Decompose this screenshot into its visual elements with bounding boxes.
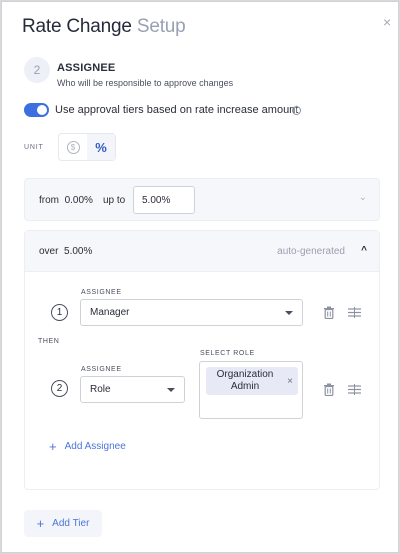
assignee-1-label: ASSIGNEE	[81, 289, 122, 296]
page-title: Rate Change Setup	[22, 16, 186, 38]
unit-percent-button[interactable]: %	[87, 134, 115, 160]
trash-icon[interactable]	[323, 306, 335, 319]
toggle-knob	[37, 105, 47, 115]
assignee-1-number: 1	[51, 304, 68, 321]
tier2-over-label: over	[39, 246, 59, 257]
assignee-2-value: Role	[90, 384, 111, 395]
add-assignee-label: Add Assignee	[64, 441, 126, 452]
add-tier-button[interactable]: + Add Tier	[24, 510, 102, 537]
dollar-icon: $	[66, 140, 80, 154]
then-label: THEN	[38, 338, 60, 345]
chevron-up-icon[interactable]: ^	[361, 245, 367, 256]
tier2-over-value: 5.00%	[64, 246, 93, 257]
tier2-header[interactable]: over 5.00% auto-generated ^	[25, 231, 379, 272]
tier1-upto-label: up to	[103, 195, 126, 206]
assignee-2-label: ASSIGNEE	[81, 366, 122, 373]
unit-label: UNIT	[24, 144, 44, 151]
plus-icon: +	[36, 516, 45, 531]
caret-down-icon	[167, 388, 175, 392]
tier1-upto-input[interactable]	[133, 186, 195, 214]
role-chip: Organization Admin ×	[206, 367, 298, 395]
role-select-box[interactable]: Organization Admin ×	[199, 361, 303, 419]
drag-handle-icon[interactable]	[348, 307, 361, 318]
plus-icon: +	[49, 439, 57, 454]
step-subtitle: Who will be responsible to approve chang…	[57, 78, 234, 88]
unit-dollar-button[interactable]: $	[59, 134, 87, 160]
info-icon[interactable]: i	[292, 106, 301, 115]
add-tier-label: Add Tier	[52, 518, 90, 529]
percent-icon: %	[95, 139, 107, 155]
approval-tiers-label: Use approval tiers based on rate increas…	[55, 104, 299, 116]
auto-generated-label: auto-generated	[277, 246, 345, 257]
tier1-from-value: 0.00%	[64, 195, 93, 206]
assignee-1-select[interactable]: Manager	[80, 299, 303, 326]
select-role-label: SELECT ROLE	[200, 350, 255, 357]
add-assignee-button[interactable]: + Add Assignee	[49, 439, 126, 454]
unit-toggle-group: $ %	[58, 133, 116, 161]
step-number-badge: 2	[24, 57, 50, 83]
assignee-1-value: Manager	[90, 307, 130, 318]
caret-down-icon	[285, 311, 293, 315]
close-icon[interactable]: ×	[383, 14, 391, 30]
title-main: Rate Change	[22, 16, 132, 37]
tier1-from-label: from	[39, 195, 59, 206]
chevron-down-icon[interactable]: ⌄	[359, 192, 367, 203]
tier1-from-text: from 0.00%	[39, 195, 93, 206]
chip-close-icon[interactable]: ×	[287, 376, 293, 388]
assignee-2-number: 2	[51, 380, 68, 397]
assignee-2-select[interactable]: Role	[80, 376, 185, 403]
tier2-over-text: over 5.00%	[39, 246, 92, 257]
approval-tiers-toggle[interactable]	[24, 103, 49, 117]
step-title: ASSIGNEE	[57, 62, 116, 74]
role-chip-label: Organization Admin	[216, 369, 274, 392]
rate-change-setup-panel: Rate Change Setup × 2 ASSIGNEE Who will …	[1, 1, 399, 553]
trash-icon[interactable]	[323, 383, 335, 396]
title-sub: Setup	[136, 16, 186, 37]
tier-row-1[interactable]: from 0.00% up to ⌄	[24, 178, 380, 221]
drag-handle-icon[interactable]	[348, 384, 361, 395]
